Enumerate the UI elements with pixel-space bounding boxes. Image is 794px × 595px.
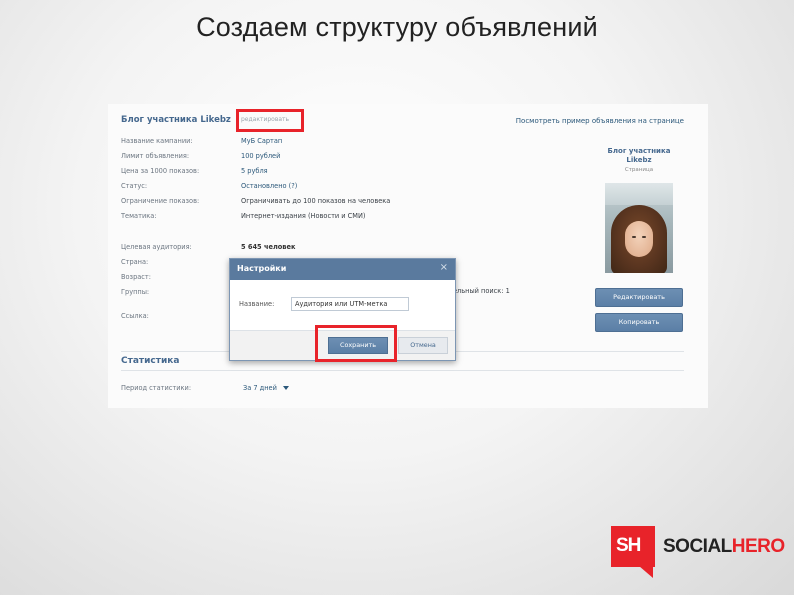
detail-key: Лимит объявления: [121,152,190,160]
preview-subtitle: Страница [624,167,654,173]
dialog-title: Настройки [237,264,287,273]
edit-button[interactable]: Редактировать [595,288,683,307]
copy-button[interactable]: Копировать [595,313,683,332]
detail-value: Интернет-издания (Новости и СМИ) [241,212,366,220]
logo-social-text: SOCIAL [663,536,732,557]
detail-key: Возраст: [121,273,151,281]
preview-title[interactable]: Блог участника Likebz [594,147,684,165]
detail-row-campaign: Название кампании: МуБ Сартап [121,137,451,149]
cancel-button[interactable]: Отмена [398,337,448,354]
detail-value: 5 рубля [241,167,268,175]
name-input[interactable] [291,297,409,311]
detail-key: Целевая аудитория: [121,243,192,251]
detail-key: Цена за 1000 показов: [121,167,200,175]
stats-period-label: Период статистики: [121,384,192,392]
avatar-background [605,183,673,205]
logo-wordmark: SOCIALHERO [663,536,785,558]
logo-mark: SH [611,526,655,567]
stats-period-dropdown[interactable]: За 7 дней [243,384,277,392]
name-label: Название: [239,300,275,308]
detail-row-impression-limit: Ограничение показов: Ограничивать до 100… [121,197,451,209]
highlight-edit-link [236,109,304,132]
detail-row-audience: Целевая аудитория: 5 645 человек [121,243,451,255]
logo-sh-text: SH [616,535,641,556]
logo-mark-tail [639,566,653,578]
detail-key: Страна: [121,258,149,266]
ad-screenshot: Блог участника Likebz редактировать Посм… [108,104,708,408]
detail-value[interactable]: Остановлено (?) [241,182,297,190]
slide-title: Создаем структуру объявлений [196,12,598,42]
avatar-eye [642,236,646,238]
close-icon[interactable]: × [440,262,448,274]
detail-row-status: Статус: Остановлено (?) [121,182,451,194]
divider [121,370,684,371]
detail-row-topic: Тематика: Интернет-издания (Новости и СМ… [121,212,451,224]
detail-key: Группы: [121,288,150,296]
chevron-down-icon[interactable] [283,386,289,390]
ad-panel: Блог участника Likebz редактировать Посм… [108,104,708,408]
detail-key: Ссылка: [121,312,149,320]
avatar-face [625,221,653,257]
detail-value[interactable]: МуБ Сартап [241,137,282,145]
detail-row-limit: Лимит объявления: 100 рублей [121,152,451,164]
detail-key: Ограничение показов: [121,197,200,205]
detail-key: Тематика: [121,212,157,220]
detail-value: Ограничивать до 100 показов на человека [241,197,391,205]
detail-key: Название кампании: [121,137,193,145]
detail-value: 5 645 человек [241,243,296,251]
ad-name: Блог участника Likebz [121,115,231,125]
dialog-header: Настройки × [230,259,455,280]
preview-avatar [605,183,673,273]
logo-hero-text: HERO [731,536,785,557]
groups-overflow-text: ельный поиск: 1 [453,287,510,295]
detail-value: 100 рублей [241,152,281,160]
preview-ad-link[interactable]: Посмотреть пример объявления на странице [516,117,684,125]
stats-title: Статистика [121,356,180,366]
highlight-save-button [315,325,397,362]
avatar-eye [632,236,636,238]
detail-key: Статус: [121,182,148,190]
detail-row-price: Цена за 1000 показов: 5 рубля [121,167,451,179]
